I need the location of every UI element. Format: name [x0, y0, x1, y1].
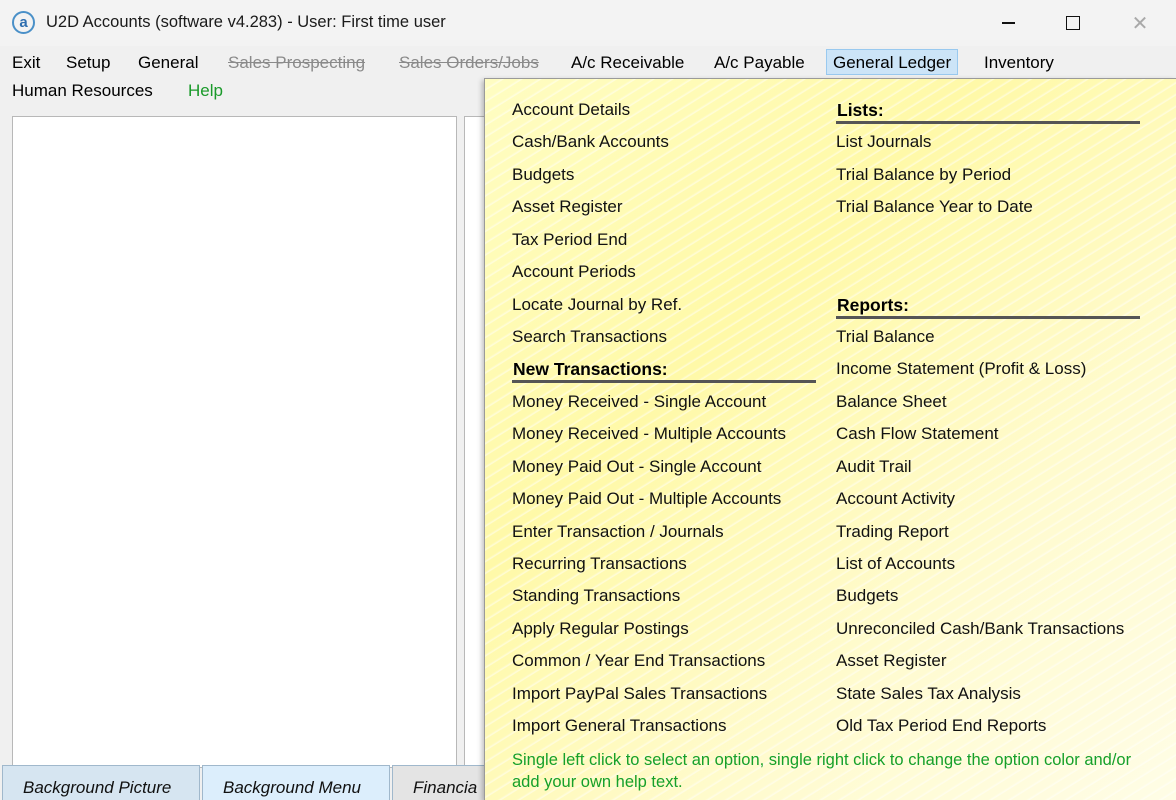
report-old-tax-period-end[interactable]: Old Tax Period End Reports	[836, 716, 1046, 736]
option-money-received-multiple[interactable]: Money Received - Multiple Accounts	[512, 424, 786, 444]
app-logo-icon: a	[12, 11, 35, 34]
option-money-paid-multiple[interactable]: Money Paid Out - Multiple Accounts	[512, 489, 781, 509]
report-balance-sheet[interactable]: Balance Sheet	[836, 392, 947, 412]
option-asset-register[interactable]: Asset Register	[512, 197, 623, 217]
option-tax-period-end[interactable]: Tax Period End	[512, 230, 627, 250]
minimize-button[interactable]	[978, 0, 1038, 46]
option-trial-balance-by-period[interactable]: Trial Balance by Period	[836, 165, 1011, 185]
menu-general[interactable]: General	[132, 50, 204, 76]
report-budgets[interactable]: Budgets	[836, 586, 898, 606]
report-account-activity[interactable]: Account Activity	[836, 489, 955, 509]
maximize-icon	[1066, 16, 1080, 30]
report-audit-trail[interactable]: Audit Trail	[836, 457, 912, 477]
menu-sales-prospecting: Sales Prospecting	[228, 53, 366, 72]
close-icon: ✕	[1131, 12, 1149, 35]
report-trading-report[interactable]: Trading Report	[836, 522, 949, 542]
option-import-general-transactions[interactable]: Import General Transactions	[512, 716, 726, 736]
report-cash-flow-statement[interactable]: Cash Flow Statement	[836, 424, 999, 444]
option-import-paypal-sales[interactable]: Import PayPal Sales Transactions	[512, 684, 767, 704]
report-list-of-accounts[interactable]: List of Accounts	[836, 554, 955, 574]
option-search-transactions[interactable]: Search Transactions	[512, 327, 667, 347]
lists-header: Lists:	[837, 100, 884, 120]
report-unreconciled-cash-bank[interactable]: Unreconciled Cash/Bank Transactions	[836, 619, 1124, 639]
tab-financial[interactable]: Financia	[392, 765, 492, 800]
report-asset-register[interactable]: Asset Register	[836, 651, 947, 671]
option-account-periods[interactable]: Account Periods	[512, 262, 636, 282]
menu-help[interactable]: Help	[182, 78, 229, 104]
report-state-sales-tax[interactable]: State Sales Tax Analysis	[836, 684, 1021, 704]
menu-inventory[interactable]: Inventory	[978, 50, 1060, 76]
option-account-details[interactable]: Account Details	[512, 100, 630, 120]
tab-background-menu[interactable]: Background Menu	[202, 765, 390, 800]
general-ledger-dropdown: Account Details Cash/Bank Accounts Budge…	[484, 78, 1176, 800]
option-trial-balance-ytd[interactable]: Trial Balance Year to Date	[836, 197, 1033, 217]
background-panel-left	[12, 116, 457, 768]
option-apply-regular-postings[interactable]: Apply Regular Postings	[512, 619, 689, 639]
lists-divider	[836, 121, 1140, 124]
option-locate-journal-by-ref[interactable]: Locate Journal by Ref.	[512, 295, 682, 315]
new-transactions-header: New Transactions:	[513, 359, 668, 379]
dropdown-hint-text: Single left click to select an option, s…	[512, 751, 1132, 791]
option-common-year-end[interactable]: Common / Year End Transactions	[512, 651, 765, 671]
option-money-received-single[interactable]: Money Received - Single Account	[512, 392, 766, 412]
reports-divider	[836, 316, 1140, 319]
option-list-journals[interactable]: List Journals	[836, 132, 931, 152]
menu-ac-receivable[interactable]: A/c Receivable	[565, 50, 690, 76]
option-cash-bank-accounts[interactable]: Cash/Bank Accounts	[512, 132, 669, 152]
minimize-icon	[1001, 22, 1015, 24]
menu-setup[interactable]: Setup	[60, 50, 116, 76]
option-money-paid-single[interactable]: Money Paid Out - Single Account	[512, 457, 761, 477]
window-title: U2D Accounts (software v4.283) - User: F…	[46, 13, 446, 31]
menu-ac-payable[interactable]: A/c Payable	[708, 50, 811, 76]
tab-background-picture[interactable]: Background Picture	[2, 765, 200, 800]
menu-human-resources[interactable]: Human Resources	[6, 78, 159, 104]
close-button[interactable]: ✕	[1110, 0, 1170, 46]
menu-exit[interactable]: Exit	[6, 50, 46, 76]
bottom-tabs: Background Picture Background Menu Finan…	[0, 765, 492, 800]
new-transactions-divider	[512, 380, 816, 383]
option-budgets[interactable]: Budgets	[512, 165, 574, 185]
title-bar: a U2D Accounts (software v4.283) - User:…	[0, 0, 1176, 46]
reports-header: Reports:	[837, 295, 909, 315]
report-trial-balance[interactable]: Trial Balance	[836, 327, 935, 347]
menu-sales-orders-jobs: Sales Orders/Jobs	[399, 53, 539, 72]
option-standing-transactions[interactable]: Standing Transactions	[512, 586, 680, 606]
maximize-button[interactable]	[1043, 0, 1103, 46]
report-income-statement[interactable]: Income Statement (Profit & Loss)	[836, 359, 1086, 379]
option-recurring-transactions[interactable]: Recurring Transactions	[512, 554, 687, 574]
menu-general-ledger[interactable]: General Ledger	[826, 49, 959, 75]
option-enter-transaction-journals[interactable]: Enter Transaction / Journals	[512, 522, 724, 542]
